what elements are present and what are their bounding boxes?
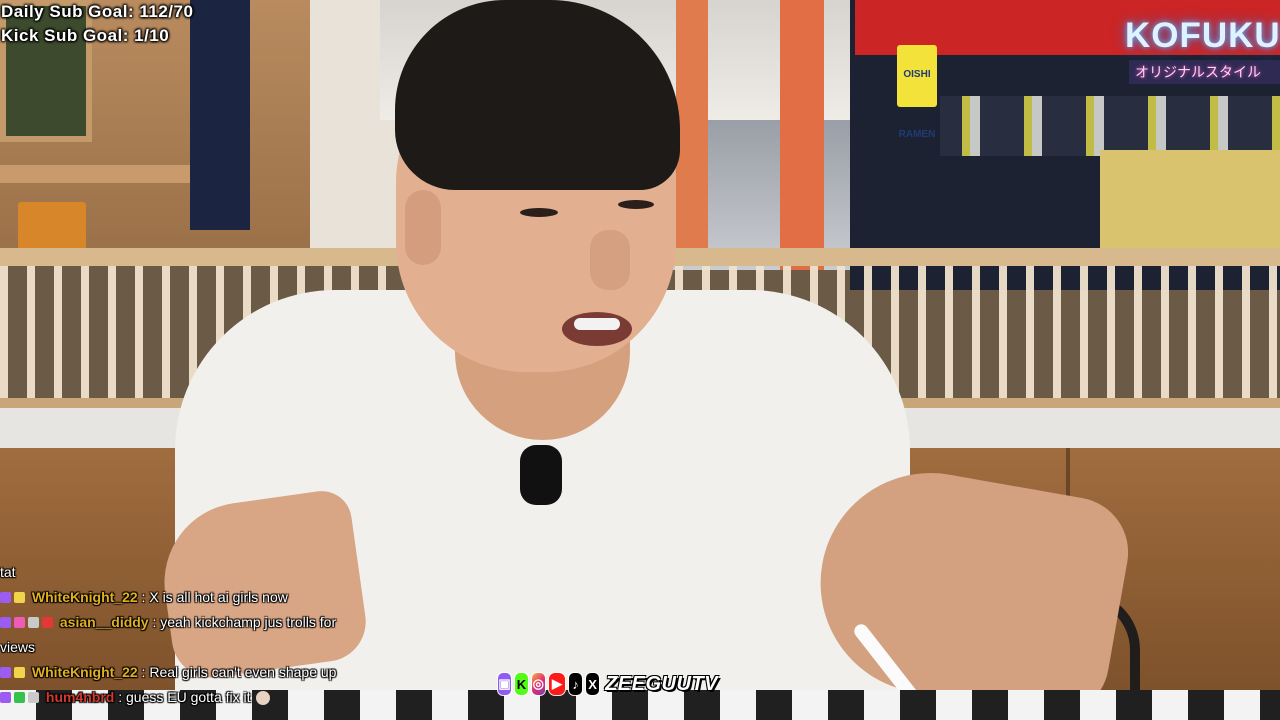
gift-badge-icon: [14, 667, 25, 678]
chat-message: views: [0, 635, 440, 660]
youtube-icon[interactable]: ▶: [548, 673, 566, 695]
kofuku-sign: KOFUKU オリジナルスタイル: [1125, 16, 1280, 108]
x-icon[interactable]: X: [586, 673, 600, 695]
instagram-icon[interactable]: ◎: [531, 673, 545, 695]
kick-icon[interactable]: K: [514, 673, 528, 695]
bits-badge-icon: [28, 692, 39, 703]
person-ear: [405, 190, 441, 265]
sub-goals-overlay: Daily Sub Goal: 112/70 Kick Sub Goal: 1/…: [0, 0, 330, 48]
chat-overlay: tat WhiteKnight_22 : X is all hot ai gir…: [0, 560, 440, 710]
chat-username[interactable]: WhiteKnight_22: [32, 664, 138, 680]
sub-badge-icon: [0, 617, 11, 628]
kick-badge-icon: [14, 692, 25, 703]
lapel-microphone: [520, 445, 562, 505]
chat-message: asian__diddy : yeah kickchamp jus trolls…: [0, 610, 440, 635]
chat-text: tat: [0, 564, 16, 580]
orange-pillar: [676, 0, 708, 250]
person-eye-right: [618, 200, 654, 209]
social-icons-bar: ▣ K ◎ ▶ ♪ X ZEEGUUTV: [498, 664, 718, 704]
chat-message: hum4nbrd : guess EU gotta fix it: [0, 685, 440, 710]
gift-badge-icon: [14, 592, 25, 603]
sub-badge-icon: [0, 592, 11, 603]
kick-sub-goal: Kick Sub Goal: 1/10: [1, 26, 170, 45]
chat-text: : guess EU gotta fix it: [114, 689, 251, 705]
chat-text: : yeah kickchamp jus trolls for: [148, 614, 337, 630]
menu-board: [18, 202, 86, 250]
chat-message: tat: [0, 560, 440, 585]
orange-pillar-2: [780, 0, 824, 270]
chat-message: WhiteKnight_22 : X is all hot ai girls n…: [0, 585, 440, 610]
wall-shelf: [0, 165, 200, 183]
person-teeth: [574, 318, 620, 330]
person-nose: [590, 230, 630, 290]
kofuku-subtitle: オリジナルスタイル: [1129, 60, 1280, 84]
chat-text: : Real girls can't even shape up: [137, 664, 337, 680]
face-emote-icon: [255, 691, 270, 705]
chat-username[interactable]: asian__diddy: [60, 614, 149, 630]
daily-sub-goal: Daily Sub Goal: 112/70: [1, 2, 194, 21]
store-counter: [1100, 150, 1280, 260]
chat-username[interactable]: hum4nbrd: [46, 689, 114, 705]
heart-badge-icon: [14, 617, 25, 628]
chat-username[interactable]: WhiteKnight_22: [32, 589, 138, 605]
bits-badge-icon: [28, 617, 39, 628]
ramen-sign: OISHI RAMEN: [897, 45, 937, 140]
chat-text: : X is all hot ai girls now: [137, 589, 288, 605]
kofuku-title: KOFUKU: [1125, 16, 1280, 55]
chat-text: views: [0, 639, 36, 655]
chat-message: WhiteKnight_22 : Real girls can't even s…: [0, 660, 440, 685]
youtube-badge-icon: [42, 617, 53, 628]
sub-badge-icon: [0, 692, 11, 703]
tiktok-icon[interactable]: ♪: [569, 673, 583, 695]
sub-badge-icon: [0, 667, 11, 678]
twitch-icon[interactable]: ▣: [498, 673, 511, 695]
person-eye-left: [520, 208, 558, 217]
brand-logo: ZEEGUUTV: [605, 672, 718, 695]
